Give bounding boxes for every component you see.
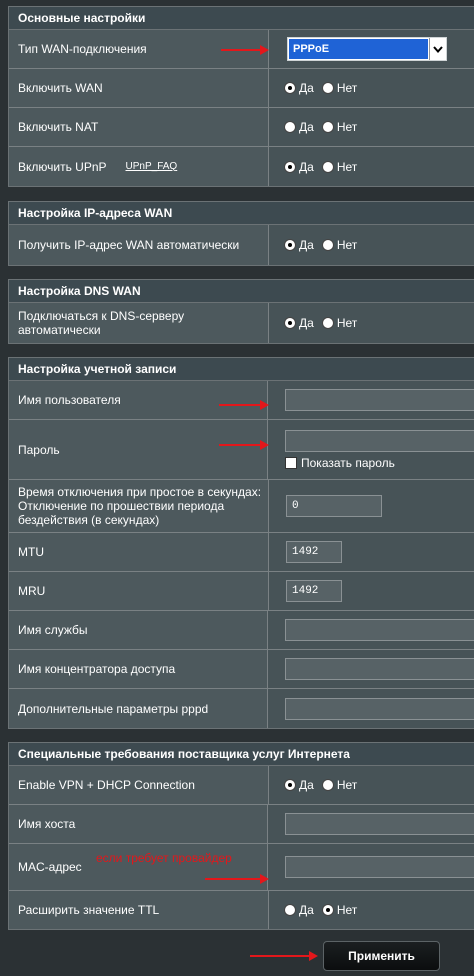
arrow-mac-address-icon — [205, 874, 269, 884]
apply-button-label: Применить — [348, 949, 415, 963]
enable-nat-yes-radio[interactable] — [284, 121, 296, 133]
enable-upnp-row: Включить UPnP UPnP_FAQ Да Нет — [9, 147, 474, 186]
mtu-label: MTU — [9, 533, 269, 571]
hostname-row: Имя хоста — [9, 805, 474, 844]
radio-no-label: Нет — [336, 238, 358, 252]
radio-yes-label: Да — [299, 81, 314, 95]
isp-requirements-section: Специальные требования поставщика услуг … — [8, 742, 474, 930]
ttl-label: Расширить значение TTL — [9, 891, 269, 929]
radio-yes-label: Да — [299, 159, 314, 174]
section-title: Специальные требования поставщика услуг … — [9, 743, 474, 766]
concentrator-label: Имя концентратора доступа — [9, 650, 268, 688]
radio-yes-label: Да — [299, 903, 314, 917]
enable-nat-no-radio[interactable] — [321, 121, 334, 133]
mru-row: MRU 1492 — [9, 572, 474, 611]
enable-upnp-no-radio[interactable] — [321, 160, 334, 173]
radio-no-label: Нет — [336, 81, 358, 95]
idle-timeout-input[interactable]: 0 — [286, 495, 382, 517]
arrow-username-icon — [219, 400, 269, 410]
show-password-checkbox[interactable] — [285, 456, 297, 469]
ttl-yes-radio[interactable] — [284, 904, 296, 916]
enable-upnp-label: Включить UPnP — [18, 159, 107, 174]
wan-type-selected: PPPoE — [289, 39, 428, 59]
mac-note-annotation: если требует провайдер — [96, 851, 232, 865]
dns-auto-label: Подключаться к DNS-серверу автоматически — [9, 303, 269, 343]
hostname-label: Имя хоста — [9, 805, 268, 843]
ttl-row: Расширить значение TTL Да Нет — [9, 891, 474, 929]
enable-wan-yes-radio[interactable] — [284, 82, 296, 94]
section-title: Настройка IP-адреса WAN — [9, 202, 474, 225]
vpn-dhcp-no-radio[interactable] — [321, 779, 334, 791]
service-name-input[interactable] — [285, 619, 474, 641]
dns-auto-row: Подключаться к DNS-серверу автоматически… — [9, 303, 474, 343]
arrow-apply-icon — [250, 951, 318, 961]
enable-wan-row: Включить WAN Да Нет — [9, 69, 474, 108]
radio-yes-label: Да — [299, 120, 314, 134]
show-password-label: Показать пароль — [301, 455, 395, 470]
wan-ip-section: Настройка IP-адреса WAN Получить IP-адре… — [8, 201, 474, 266]
mru-input[interactable]: 1492 — [286, 580, 342, 602]
enable-nat-row: Включить NAT Да Нет — [9, 108, 474, 147]
username-input[interactable] — [285, 389, 474, 411]
section-title: Настройка DNS WAN — [9, 280, 474, 303]
pppd-options-label: Дополнительные параметры pppd — [9, 689, 268, 728]
concentrator-row: Имя концентратора доступа — [9, 650, 474, 689]
password-row: Пароль Показать пароль — [9, 420, 474, 480]
idle-timeout-label: Время отключения при простое в секундах:… — [9, 480, 269, 532]
radio-no-label: Нет — [336, 903, 358, 917]
mtu-row: MTU 1492 — [9, 533, 474, 572]
enable-upnp-label-cell: Включить UPnP UPnP_FAQ — [9, 147, 269, 186]
account-section: Настройка учетной записи Имя пользовател… — [8, 357, 474, 729]
wan-type-select[interactable]: PPPoE — [287, 37, 447, 61]
radio-yes-label: Да — [299, 778, 314, 792]
vpn-dhcp-label: Enable VPN + DHCP Connection — [9, 766, 269, 804]
idle-timeout-row: Время отключения при простое в секундах:… — [9, 480, 474, 533]
enable-nat-label: Включить NAT — [9, 108, 269, 146]
ip-auto-label: Получить IP-адрес WAN автоматически — [9, 225, 269, 265]
ip-auto-row: Получить IP-адрес WAN автоматически Да Н… — [9, 225, 474, 265]
mac-address-input[interactable] — [285, 856, 474, 878]
concentrator-input[interactable] — [285, 658, 474, 680]
pppd-options-input[interactable] — [285, 697, 474, 720]
vpn-dhcp-row: Enable VPN + DHCP Connection Да Нет — [9, 766, 474, 805]
password-input[interactable] — [285, 429, 474, 452]
vpn-dhcp-yes-radio[interactable] — [284, 779, 296, 791]
mtu-input[interactable]: 1492 — [286, 541, 342, 563]
ttl-no-radio[interactable] — [321, 904, 334, 916]
service-name-label: Имя службы — [9, 611, 268, 649]
arrow-password-icon — [219, 440, 269, 450]
ip-auto-yes-radio[interactable] — [284, 239, 296, 251]
section-title: Настройка учетной записи — [9, 358, 474, 381]
radio-no-label: Нет — [336, 778, 358, 792]
apply-button[interactable]: Применить — [323, 941, 440, 971]
radio-yes-label: Да — [299, 316, 314, 330]
pppd-options-row: Дополнительные параметры pppd — [9, 689, 474, 728]
section-title: Основные настройки — [9, 7, 474, 30]
arrow-wan-type-icon — [221, 45, 269, 55]
radio-yes-label: Да — [299, 238, 314, 252]
enable-upnp-yes-radio[interactable] — [284, 160, 296, 173]
dns-auto-no-radio[interactable] — [321, 317, 334, 329]
radio-no-label: Нет — [336, 159, 358, 174]
enable-wan-no-radio[interactable] — [321, 82, 334, 94]
ip-auto-no-radio[interactable] — [321, 239, 334, 251]
service-name-row: Имя службы — [9, 611, 474, 650]
radio-no-label: Нет — [336, 316, 358, 330]
mru-label: MRU — [9, 572, 269, 610]
upnp-faq-link[interactable]: UPnP_FAQ — [126, 160, 178, 174]
wan-dns-section: Настройка DNS WAN Подключаться к DNS-сер… — [8, 279, 474, 344]
enable-wan-label: Включить WAN — [9, 69, 269, 107]
chevron-down-icon[interactable] — [429, 38, 446, 60]
hostname-input[interactable] — [285, 813, 474, 835]
dns-auto-yes-radio[interactable] — [284, 317, 296, 329]
radio-no-label: Нет — [336, 120, 358, 134]
basic-settings-section: Основные настройки Тип WAN-подключения P… — [8, 6, 474, 187]
